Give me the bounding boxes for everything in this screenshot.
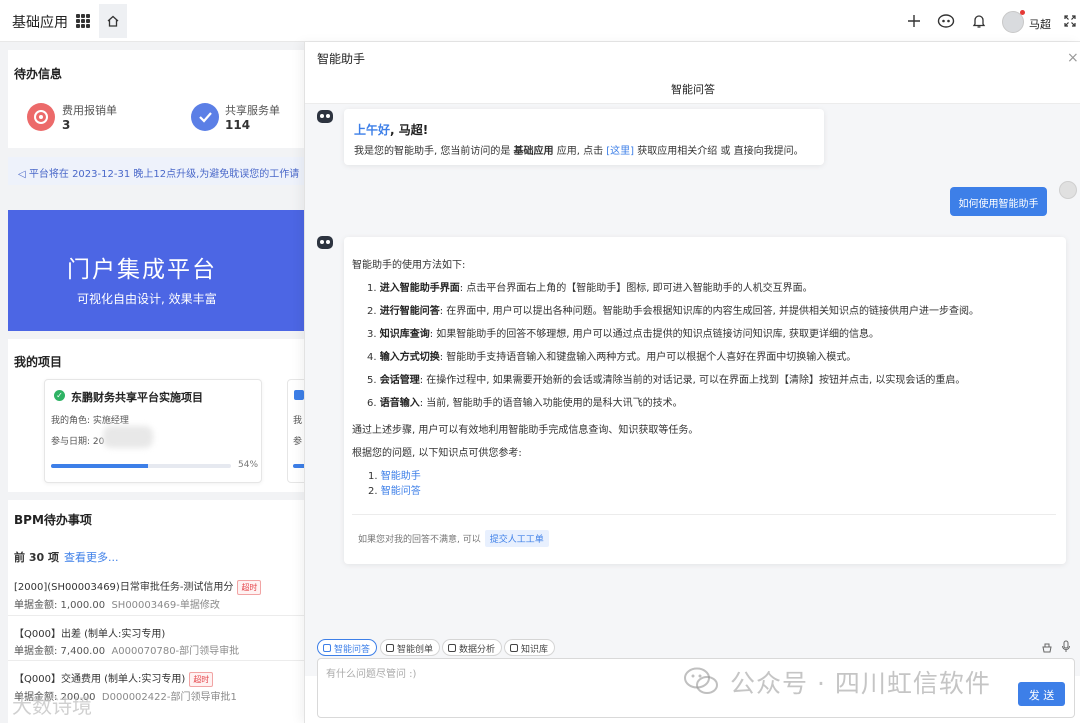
home-tab[interactable]	[99, 4, 127, 38]
project-date: 参	[293, 437, 303, 447]
tool-smart-create[interactable]: 智能创单	[380, 639, 441, 656]
banner-subtitle: 可视化自由设计, 效果丰富	[77, 292, 217, 306]
project-role: 我	[293, 416, 303, 426]
user-name[interactable]: 马超	[1029, 16, 1051, 32]
home-icon	[107, 15, 119, 27]
shared-service-icon	[191, 103, 219, 131]
answer-step: 5. 会话管理: 在操作过程中, 如果需要开始新的会话或清除当前的对话记录, 可…	[367, 375, 966, 386]
project-progress	[51, 464, 231, 468]
reference-link[interactable]: 2. 智能问答	[368, 482, 421, 497]
assistant-panel: 智能助手 × 智能问答 上午好, 马超! 我是您的智能助手, 您当前访问的是 基…	[304, 42, 1080, 723]
bot-avatar-icon	[317, 110, 333, 123]
banner-title: 门户集成平台	[67, 257, 217, 283]
divider	[8, 660, 304, 661]
notice-text: 平台将在 2023-12-31 晚上12点升级,为避免耽误您的工作请	[28, 169, 300, 180]
portal-banner[interactable]: 门户集成平台 可视化自由设计, 效果丰富	[8, 210, 304, 331]
overdue-badge: 超时	[237, 580, 262, 595]
todo-count[interactable]: 114	[225, 118, 250, 132]
send-button[interactable]: 发 送	[1018, 682, 1065, 706]
wechat-icon	[683, 666, 721, 696]
answer-summary: 通过上述步骤, 用户可以有效地利用智能助手完成信息查询、知识获取等任务。	[352, 425, 699, 436]
answer-step: 2. 进行智能问答: 在界面中, 用户可以提出各种问题。智能助手会根据知识库的内…	[367, 306, 979, 317]
todo-title: 待办信息	[14, 67, 63, 81]
upgrade-notice[interactable]: ◁ 平台将在 2023-12-31 晚上12点升级,为避免耽误您的工作请	[8, 157, 304, 185]
apps-grid-icon[interactable]	[76, 14, 90, 28]
divider	[8, 615, 304, 616]
todo-card: 待办信息 费用报销单 3 共享服务单 114	[8, 50, 304, 148]
project-role: 我的角色: 实施经理	[51, 416, 129, 426]
submit-ticket-button[interactable]: 提交人工工单	[484, 530, 549, 547]
corner-watermark: 大数诗境	[12, 694, 92, 718]
todo-label[interactable]: 费用报销单	[62, 102, 117, 118]
panel-title: 智能助手	[317, 52, 366, 66]
overdue-badge: 超时	[189, 672, 214, 687]
divider	[352, 514, 1056, 515]
answer-bubble: 智能助手的使用方法如下: 1. 进入智能助手界面: 点击平台界面右上角的【智能助…	[344, 237, 1066, 564]
tool-smart-qa[interactable]: 智能问答	[317, 639, 378, 656]
todo-count[interactable]: 3	[62, 118, 70, 132]
project-name: 东鹏财务共享平台实施项目	[71, 391, 203, 404]
greeting-bubble: 上午好, 马超! 我是您的智能助手, 您当前访问的是 基础应用 应用, 点击 […	[344, 109, 824, 165]
feedback-line: 如果您对我的回答不满意, 可以 提交人工工单	[358, 530, 549, 547]
top-bar: 基础应用 马超	[0, 0, 1080, 42]
user-avatar	[1059, 181, 1077, 199]
todo-label[interactable]: 共享服务单	[225, 102, 280, 118]
reference-link[interactable]: 1. 智能助手	[368, 467, 421, 482]
greeting-intro: 我是您的智能助手, 您当前访问的是 基础应用 应用, 点击 [这里] 获取应用相…	[354, 146, 804, 157]
microphone-icon[interactable]	[1061, 640, 1071, 656]
bot-avatar-icon	[317, 236, 333, 249]
answer-intro: 智能助手的使用方法如下:	[352, 260, 466, 271]
chart-icon	[448, 644, 456, 652]
bpm-item-amount: 单据金额: 1,000.00 SH00003469-单据修改	[14, 600, 220, 611]
expense-form-icon	[27, 103, 55, 131]
bpm-title: BPM待办事项	[14, 513, 92, 527]
tool-knowledge-base[interactable]: 知识库	[504, 639, 556, 656]
bpm-item-title[interactable]: [2000](SH00003469)日常审批任务-测试信用分 超时	[14, 578, 262, 595]
intro-link[interactable]: [这里]	[606, 146, 634, 157]
bpm-count: 前 30 项	[14, 551, 59, 564]
answer-ref-intro: 根据您的问题, 以下知识点可供您参考:	[352, 448, 522, 459]
input-placeholder: 有什么问题尽管问 :)	[326, 669, 417, 680]
answer-step: 1. 进入智能助手界面: 点击平台界面右上角的【智能助手】图标, 即可进入智能助…	[367, 283, 813, 294]
chat-area[interactable]: 上午好, 马超! 我是您的智能助手, 您当前访问的是 基础应用 应用, 点击 […	[305, 104, 1080, 676]
view-more-link[interactable]: 查看更多...	[64, 549, 119, 565]
chat-icon	[323, 644, 331, 652]
greeting-line: 上午好, 马超!	[354, 123, 429, 137]
panel-subtitle: 智能问答	[305, 74, 1080, 104]
book-icon	[510, 644, 518, 652]
notification-dot	[1020, 10, 1025, 15]
project-date: 参与日期: 20	[51, 437, 105, 447]
projects-title: 我的项目	[14, 355, 63, 369]
project-card[interactable]: ✓ 东鹏财务共享平台实施项目 我的角色: 实施经理 参与日期: 20 54%	[44, 379, 262, 483]
plus-icon[interactable]	[905, 12, 923, 30]
bpm-item-title[interactable]: 【Q000】出差 (制单人:实习专用)	[14, 625, 165, 640]
tool-data-analysis[interactable]: 数据分析	[442, 639, 503, 656]
check-icon: ✓	[54, 390, 65, 401]
project-icon	[294, 390, 304, 400]
bpm-item-amount: 单据金额: 7,400.00 A000070780-部门领导审批	[14, 646, 240, 657]
redacted-blur	[103, 426, 153, 448]
app-title[interactable]: 基础应用	[12, 12, 68, 32]
answer-step: 6. 语音输入: 当前, 智能助手的语音输入功能使用的是科大讯飞的技术。	[367, 398, 683, 409]
document-icon	[386, 644, 394, 652]
user-message: 如何使用智能助手	[950, 187, 1047, 216]
answer-step: 4. 输入方式切换: 智能助手支持语音输入和键盘输入两种方式。用户可以根据个人喜…	[367, 352, 857, 363]
fullscreen-icon[interactable]	[1061, 12, 1079, 30]
assistant-icon[interactable]	[937, 12, 955, 30]
bell-icon[interactable]	[970, 12, 988, 30]
answer-step: 3. 知识库查询: 如果智能助手的回答不够理想, 用户可以通过点击提供的知识点链…	[367, 329, 879, 340]
close-icon[interactable]: ×	[1067, 50, 1079, 66]
clear-icon[interactable]	[1041, 641, 1053, 656]
progress-percent: 54%	[238, 460, 259, 470]
bpm-item-title[interactable]: 【Q000】交通费用 (制单人:实习专用) 超时	[14, 670, 214, 687]
speaker-icon: ◁	[18, 169, 26, 180]
wechat-watermark: 公众号 · 四川虹信软件	[730, 669, 991, 698]
